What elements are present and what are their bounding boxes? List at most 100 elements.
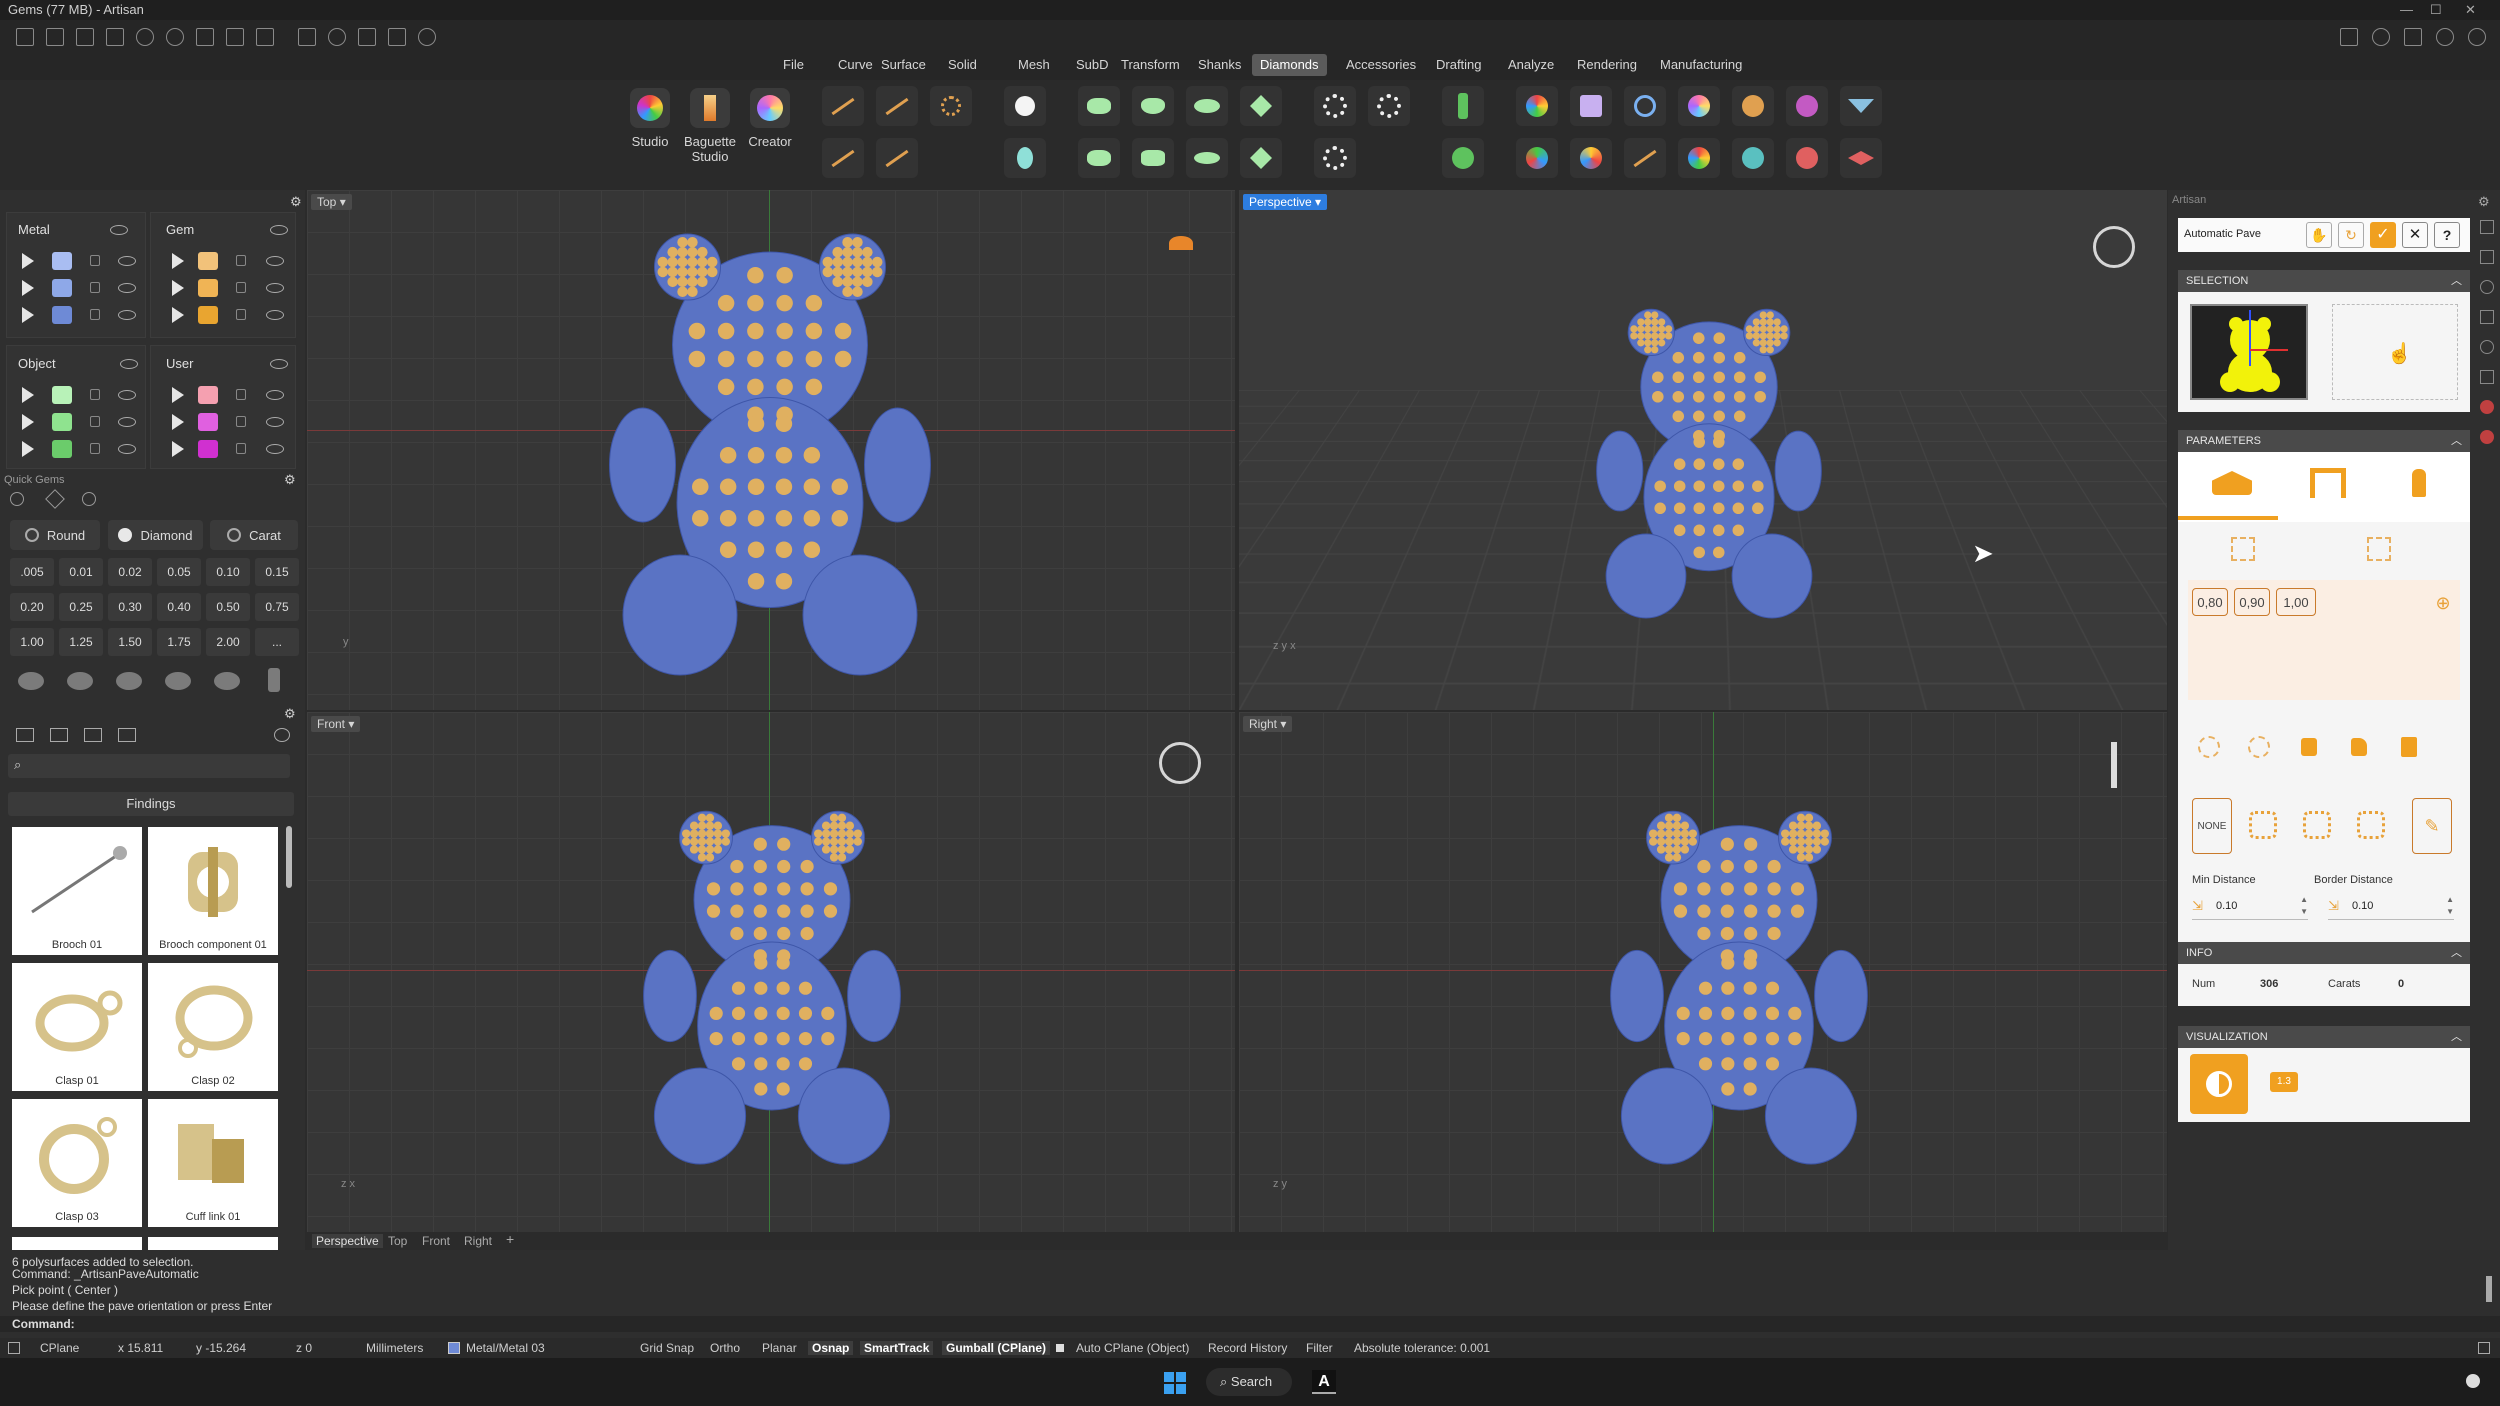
gem-on-curve-icon[interactable] <box>822 86 864 126</box>
pave-surface-mode-icon[interactable] <box>2210 468 2254 498</box>
menu-file[interactable]: File <box>775 54 812 76</box>
object-layer-3-swatch[interactable] <box>52 440 72 458</box>
side-tool-4-icon[interactable] <box>2480 310 2494 324</box>
prong-icon[interactable] <box>1442 86 1484 126</box>
eye-icon[interactable] <box>266 283 284 293</box>
library-grid-icon[interactable] <box>118 728 136 742</box>
min-distance-field[interactable]: ⇲ 0.10 ▲ ▼ <box>2192 892 2308 920</box>
round-gem-icon[interactable] <box>1004 86 1046 126</box>
gem-tools-7-icon[interactable] <box>1516 138 1558 178</box>
visualization-header[interactable]: VISUALIZATION ︿ <box>2178 1026 2470 1048</box>
lock-icon[interactable] <box>236 255 246 266</box>
lock-icon[interactable] <box>236 389 246 400</box>
library-settings-icon[interactable]: ⚙ <box>284 706 296 722</box>
pattern-2-icon[interactable] <box>2302 810 2332 840</box>
gem-tools-10-icon[interactable] <box>1678 138 1720 178</box>
library-item-cuff-link-01[interactable]: Cuff link 01 <box>148 1099 278 1227</box>
gem-pair-icon[interactable] <box>876 138 918 178</box>
gem-layer-3-swatch[interactable] <box>198 306 218 324</box>
viewport-front[interactable]: Front ▾ z x <box>307 712 1235 1232</box>
gem-tools-8-icon[interactable] <box>1570 138 1612 178</box>
gem-preview-1-icon[interactable] <box>18 672 44 690</box>
new-template-icon[interactable] <box>46 28 64 46</box>
save-as-icon[interactable] <box>226 28 244 46</box>
lock-all-icon[interactable] <box>2294 732 2324 762</box>
gem-tools-13-icon[interactable] <box>1840 138 1882 178</box>
auto-cplane-checkbox[interactable] <box>1056 1344 1064 1352</box>
library-category-select[interactable]: Findings <box>8 792 294 816</box>
status-panel-icon[interactable] <box>8 1342 20 1354</box>
lock-icon[interactable] <box>90 443 100 454</box>
user-layer-1-swatch[interactable] <box>198 386 218 404</box>
gem-tools-1-icon[interactable] <box>1570 86 1612 126</box>
measure-icon[interactable] <box>298 28 316 46</box>
menu-subd[interactable]: SubD <box>1068 54 1117 76</box>
lock-icon[interactable] <box>236 443 246 454</box>
selection-target-slot[interactable]: ☝ <box>2332 304 2458 400</box>
status-planar[interactable]: Planar <box>762 1341 797 1355</box>
close-window-icon[interactable]: ✕ <box>2465 0 2476 20</box>
object-layer-1-swatch[interactable] <box>52 386 72 404</box>
gem-tools-5-icon[interactable] <box>1786 86 1828 126</box>
setting-2-icon[interactable] <box>1132 86 1174 126</box>
quick-gem-target-icon[interactable] <box>82 492 96 506</box>
settings-icon[interactable] <box>418 28 436 46</box>
gem-size-button[interactable]: 0.30 <box>108 593 152 621</box>
gem-size-button[interactable]: 0.01 <box>59 558 103 586</box>
creator-button[interactable]: Creator <box>740 86 800 149</box>
help-circle-icon[interactable] <box>2372 28 2390 46</box>
metal-layer-1-swatch[interactable] <box>52 252 72 270</box>
border-distance-stepper[interactable]: ▲ ▼ <box>2446 894 2454 918</box>
gem-tools-4-icon[interactable] <box>1732 86 1774 126</box>
library-back-icon[interactable] <box>274 728 290 742</box>
gem-tools-9-icon[interactable] <box>1624 138 1666 178</box>
new-file-icon[interactable] <box>16 28 34 46</box>
layer-play-icon[interactable] <box>172 280 184 296</box>
gem-size-button[interactable]: 0.05 <box>157 558 201 586</box>
gem-array-icon[interactable] <box>822 138 864 178</box>
layer-play-icon[interactable] <box>172 414 184 430</box>
grid-icon[interactable] <box>388 28 406 46</box>
delete-icon[interactable] <box>2394 732 2424 762</box>
gem-size-button[interactable]: 1.25 <box>59 628 103 656</box>
library-scrollbar[interactable] <box>286 826 292 888</box>
setting-7-icon[interactable] <box>1186 138 1228 178</box>
add-ratio-icon[interactable]: ⊕ <box>2428 588 2458 618</box>
selection-header[interactable]: SELECTION ︿ <box>2178 270 2470 292</box>
metal-layer-2-swatch[interactable] <box>52 279 72 297</box>
minimize-icon[interactable]: — <box>2400 0 2413 20</box>
cutter-icon[interactable] <box>1442 138 1484 178</box>
save-icon[interactable] <box>196 28 214 46</box>
status-grid-snap[interactable]: Grid Snap <box>640 1341 694 1355</box>
menu-mesh[interactable]: Mesh <box>1010 54 1058 76</box>
eye-icon[interactable] <box>118 390 136 400</box>
undo-icon[interactable] <box>136 28 154 46</box>
pin-gauge-icon[interactable] <box>2111 742 2117 788</box>
viewport-perspective[interactable]: Perspective ▾ z y x ➤ <box>1239 190 2167 710</box>
gem-size-button[interactable]: 0.40 <box>157 593 201 621</box>
menu-transform[interactable]: Transform <box>1113 54 1188 76</box>
gem-tools-12-icon[interactable] <box>1786 138 1828 178</box>
status-cplane[interactable]: CPlane <box>40 1341 79 1355</box>
select-area-icon[interactable] <box>2228 534 2258 564</box>
layer-color-swatch[interactable] <box>448 1342 460 1354</box>
menu-manufacturing[interactable]: Manufacturing <box>1652 54 1750 76</box>
library-item-partial[interactable] <box>148 1237 278 1250</box>
library-folder-icon[interactable] <box>16 728 34 742</box>
lock-icon[interactable] <box>236 282 246 293</box>
library-item-clasp-01[interactable]: Clasp 01 <box>12 963 142 1091</box>
metal-layer-3-swatch[interactable] <box>52 306 72 324</box>
quick-gems-settings-icon[interactable]: ⚙ <box>284 472 296 488</box>
gem-preview-5-icon[interactable] <box>214 672 240 690</box>
confirm-button[interactable]: ✓ <box>2370 222 2396 248</box>
tab-right[interactable]: Right <box>464 1234 492 1248</box>
panel-settings-icon[interactable]: ⚙ <box>2478 194 2496 209</box>
open-folder-icon[interactable] <box>106 28 124 46</box>
layer-play-icon[interactable] <box>172 441 184 457</box>
gem-tools-6-icon[interactable] <box>1840 86 1882 126</box>
layer-play-icon[interactable] <box>22 253 34 269</box>
lock-icon[interactable] <box>90 416 100 427</box>
library-item-brooch-component-01[interactable]: Brooch component 01 <box>148 827 278 955</box>
status-osnap[interactable]: Osnap <box>808 1341 854 1355</box>
parameters-header[interactable]: PARAMETERS ︿ <box>2178 430 2470 452</box>
